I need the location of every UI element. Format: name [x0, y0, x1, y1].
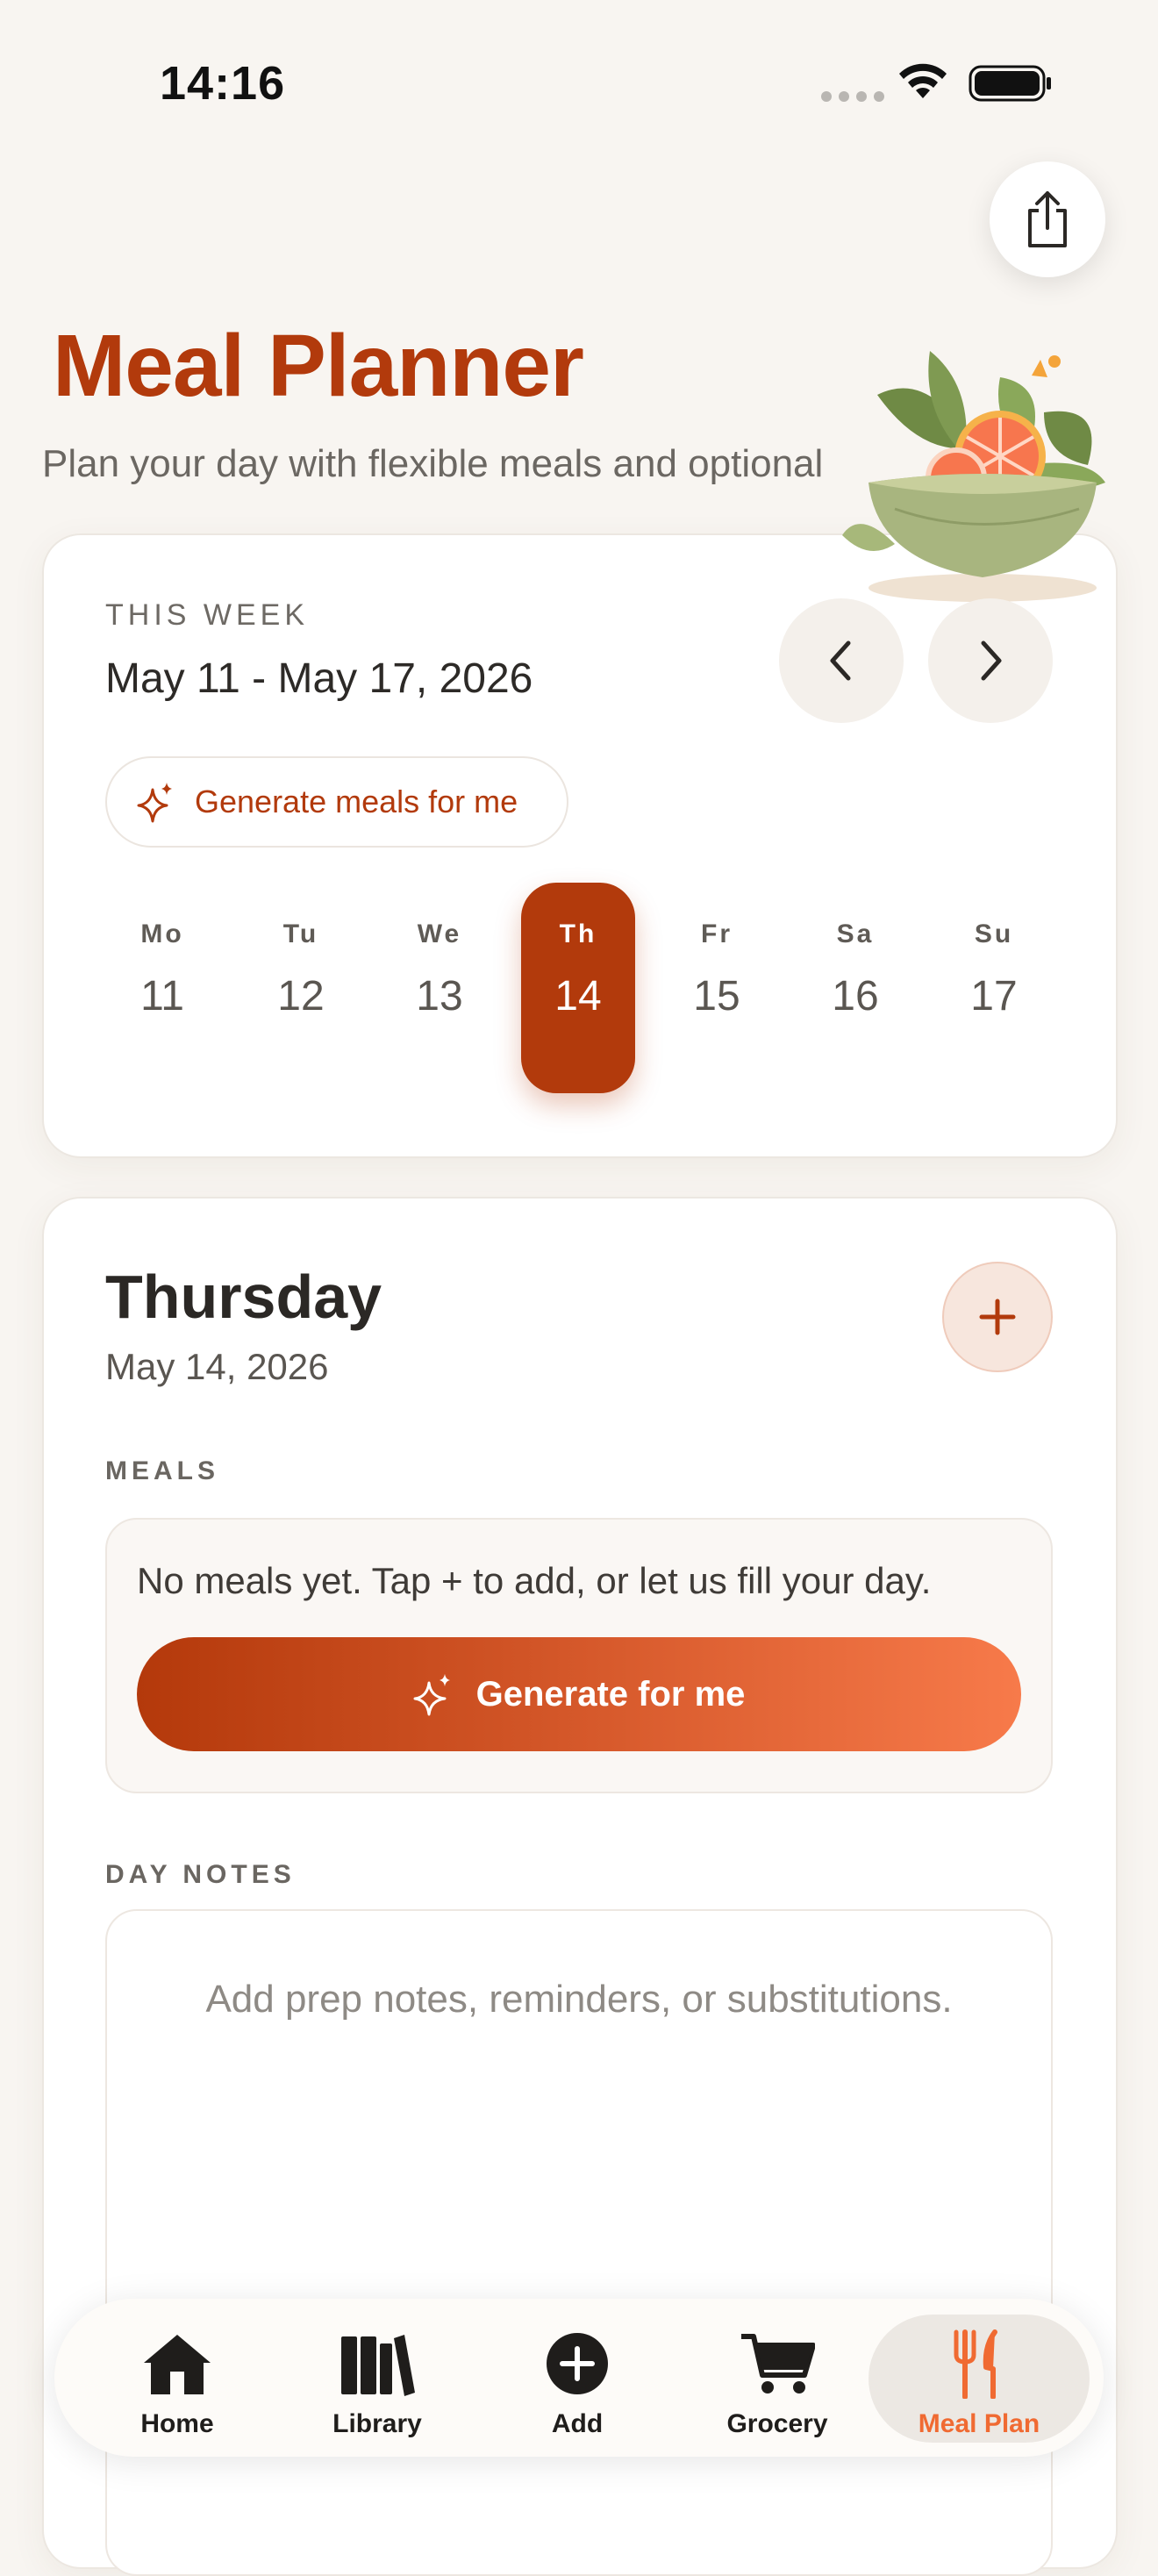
day-abbr: Su — [974, 919, 1014, 948]
tab-library[interactable]: Library — [290, 2315, 465, 2443]
utensils-icon — [954, 2329, 997, 2399]
salad-bowl-illustration — [825, 333, 1123, 619]
day-su[interactable]: Su 17 — [937, 883, 1051, 1093]
sparkles-icon — [137, 783, 172, 823]
tab-grocery[interactable]: Grocery — [690, 2315, 865, 2443]
wifi-icon — [897, 61, 949, 104]
day-number: 16 — [832, 973, 879, 1020]
library-icon — [341, 2335, 415, 2396]
day-we[interactable]: We 13 — [382, 883, 497, 1093]
tab-home[interactable]: Home — [89, 2315, 265, 2443]
add-meal-button[interactable] — [942, 1262, 1053, 1372]
signal-icon — [821, 91, 884, 102]
day-abbr: Sa — [836, 919, 875, 948]
day-number: 13 — [416, 973, 463, 1020]
week-label: THIS WEEK — [105, 598, 310, 632]
day-notes-input[interactable] — [107, 1911, 1051, 2574]
tab-meal-plan[interactable]: Meal Plan — [868, 2315, 1090, 2443]
add-icon — [547, 2333, 608, 2394]
status-time: 14:16 — [160, 57, 286, 110]
day-abbr: We — [417, 919, 462, 948]
day-number: 15 — [693, 973, 740, 1020]
page-subtitle: Plan your day with flexible meals and op… — [42, 442, 824, 485]
tab-add[interactable]: Add — [490, 2315, 665, 2443]
day-notes-label: DAY NOTES — [105, 1860, 296, 1889]
day-number: 17 — [970, 973, 1018, 1020]
chevron-right-icon — [981, 640, 1002, 681]
day-number: 12 — [277, 973, 325, 1020]
day-number: 11 — [140, 973, 184, 1020]
day-fr[interactable]: Fr 15 — [660, 883, 774, 1093]
day-tu[interactable]: Tu 12 — [244, 883, 358, 1093]
day-abbr: Mo — [140, 919, 184, 948]
tab-label: Library — [332, 2409, 422, 2438]
home-icon — [144, 2335, 211, 2394]
day-sa[interactable]: Sa 16 — [798, 883, 912, 1093]
generate-meals-label: Generate meals for me — [195, 784, 518, 819]
tab-label: Grocery — [726, 2409, 828, 2438]
previous-week-button[interactable] — [779, 598, 904, 723]
day-date: May 14, 2026 — [105, 1346, 329, 1387]
tab-label: Add — [551, 2409, 604, 2438]
chevron-left-icon — [830, 640, 851, 681]
day-title: Thursday — [105, 1263, 382, 1331]
meals-section-label: MEALS — [105, 1456, 219, 1485]
generate-for-me-button[interactable]: Generate for me — [137, 1637, 1021, 1751]
day-abbr: Fr — [701, 919, 733, 948]
plus-icon — [979, 1299, 1016, 1335]
day-mo[interactable]: Mo 11 — [105, 883, 219, 1093]
tab-label: Meal Plan — [918, 2409, 1040, 2438]
day-notes-box — [105, 1909, 1053, 2576]
page-title: Meal Planner — [53, 317, 584, 415]
day-abbr: Tu — [282, 919, 319, 948]
day-number: 14 — [554, 973, 602, 1020]
battery-icon — [969, 65, 1053, 106]
tab-label: Home — [140, 2409, 214, 2438]
share-button[interactable] — [990, 161, 1105, 277]
share-icon — [1028, 191, 1067, 247]
day-th-selected[interactable]: Th 14 — [521, 883, 635, 1093]
cart-icon — [741, 2334, 815, 2394]
day-abbr: Th — [559, 919, 597, 948]
week-range: May 11 - May 17, 2026 — [105, 655, 533, 702]
generate-meals-button[interactable]: Generate meals for me — [105, 756, 568, 848]
next-week-button[interactable] — [928, 598, 1053, 723]
meals-empty-text: No meals yet. Tap + to add, or let us fi… — [137, 1560, 932, 1601]
generate-for-me-label: Generate for me — [475, 1674, 746, 1714]
sparkles-icon — [413, 1674, 450, 1716]
